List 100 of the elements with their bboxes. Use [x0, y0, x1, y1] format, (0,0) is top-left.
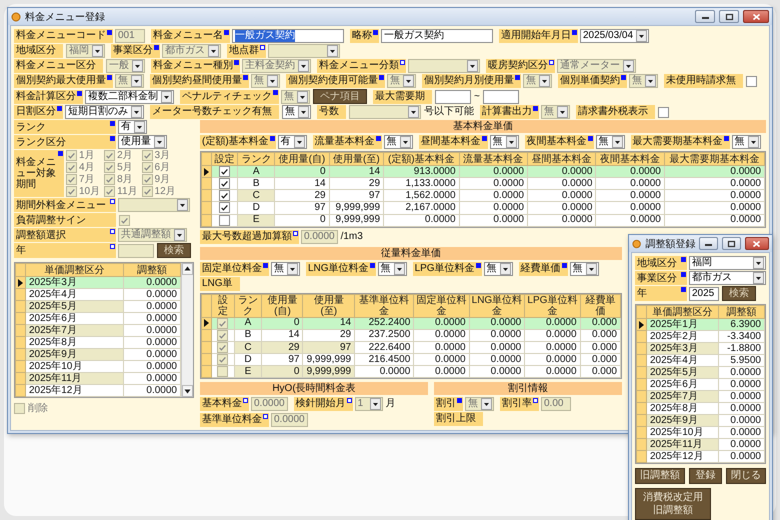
tax-revision-button[interactable]: 消費税改定用旧調整額: [635, 488, 711, 520]
column-header: LNG単位料金: [469, 294, 525, 318]
dropdown[interactable]: 有: [118, 120, 147, 134]
unit-label: 号以下可能: [424, 105, 474, 119]
row-header[interactable]: [202, 317, 212, 330]
table-cell: 0.0000: [524, 317, 580, 330]
table-cell: 0.0000: [459, 178, 528, 190]
row-header[interactable]: [636, 318, 646, 330]
checkbox[interactable]: [219, 202, 230, 214]
field-label: 最大需要期基本料金: [630, 135, 730, 149]
caret-icon: [134, 121, 145, 133]
dropdown[interactable]: 無: [490, 135, 519, 149]
old-adjustment-button[interactable]: 旧調整額: [635, 468, 685, 484]
close-button[interactable]: [743, 10, 769, 23]
scrollbar[interactable]: [181, 263, 193, 397]
column-header: 使用量(自): [262, 294, 303, 318]
table-cell: 9,999,999: [302, 354, 355, 366]
dropdown[interactable]: 無: [484, 262, 513, 276]
field-label: 個別単価契約: [558, 74, 627, 88]
column-header: 使用量(自): [274, 152, 330, 166]
maximize-button[interactable]: [719, 10, 739, 23]
row-header[interactable]: [16, 276, 26, 288]
close-button[interactable]: [744, 237, 769, 250]
table-cell: 0.0000: [414, 354, 470, 366]
register-button[interactable]: 登録: [689, 468, 722, 484]
column-header: (定額)基本料金: [384, 152, 460, 166]
text-field[interactable]: 2025: [689, 286, 719, 300]
table-cell: 14: [329, 166, 384, 178]
table-cell: 6.3900: [718, 318, 764, 330]
action-button[interactable]: 検索: [157, 243, 191, 258]
action-button[interactable]: 検索: [722, 286, 756, 301]
dropdown[interactable]: 無: [271, 262, 300, 276]
checkbox[interactable]: [219, 214, 230, 226]
field-label: ランク区分: [14, 135, 116, 149]
dropdown[interactable]: 無: [384, 135, 413, 149]
dropdown[interactable]: 無: [732, 135, 761, 149]
text-field[interactable]: 一般ガス契約: [232, 29, 344, 43]
caret-icon: [154, 136, 165, 148]
minimize-button[interactable]: [695, 10, 715, 23]
field-label: 個別契約月別使用量: [422, 74, 521, 88]
table-cell: 0.0000: [124, 312, 180, 324]
dropdown[interactable]: 2025/03/04: [580, 29, 650, 43]
table-cell: 2025年11月: [26, 372, 124, 384]
field-label: 事業区分: [635, 271, 687, 285]
field-label: 基準単位料金: [200, 413, 269, 428]
text-field[interactable]: 一般ガス契約: [381, 29, 493, 43]
table-cell: 0.0000: [596, 190, 664, 202]
field-label: 検針開始月: [294, 397, 353, 412]
column-header: 単価調整区分: [646, 306, 719, 318]
dropdown[interactable]: 無: [282, 105, 311, 119]
table-cell: 0.0000: [469, 354, 525, 366]
checkbox[interactable]: [658, 106, 669, 118]
dropdown[interactable]: 無: [378, 262, 407, 276]
dropdown[interactable]: 使用量: [118, 135, 167, 149]
caret-icon: [298, 106, 309, 118]
checkbox[interactable]: [746, 76, 757, 86]
close-button[interactable]: 閉じる: [726, 468, 766, 484]
section-header: 従量料金単価: [200, 246, 622, 260]
field-label: メーター号数チェック有無: [150, 105, 279, 119]
close-icon: [752, 12, 760, 20]
dropdown[interactable]: 短期日割のみ: [65, 105, 144, 119]
table-cell: 97: [302, 341, 355, 354]
checkbox[interactable]: [219, 190, 230, 202]
field-label: 暖房契約区分: [486, 59, 555, 73]
minimize-button[interactable]: [699, 237, 718, 250]
table-cell: 2025年6月: [646, 378, 719, 390]
caret-icon: [132, 60, 143, 72]
column-header: 調整額: [718, 306, 764, 318]
column-header: ランク: [234, 294, 262, 318]
table-cell: 913.0000: [384, 166, 460, 178]
maximize-icon: [724, 12, 734, 20]
caret-icon: [92, 45, 103, 57]
text-field[interactable]: [482, 90, 519, 104]
dropdown[interactable]: 有: [278, 135, 307, 149]
table-cell: 2025年4月: [26, 288, 124, 300]
field-label: 地域区分: [635, 256, 687, 270]
table-cell: 1,133.0000: [384, 178, 460, 190]
text-field[interactable]: [435, 90, 471, 104]
table-cell: 0.0000: [124, 360, 180, 372]
dropdown[interactable]: 無: [596, 135, 625, 149]
dropdown[interactable]: 複数二部料金制: [85, 90, 174, 104]
caret-icon: [294, 136, 305, 148]
column-header: 経費単価: [580, 294, 620, 318]
scroll-up-icon[interactable]: [182, 263, 193, 275]
column-header: 単価調整区分: [26, 264, 124, 276]
action-button[interactable]: ペナ項目: [313, 89, 367, 104]
dropdown[interactable]: 福岡: [689, 256, 766, 270]
dropdown[interactable]: 無: [570, 262, 599, 276]
maximize-button[interactable]: [722, 237, 741, 250]
row-header[interactable]: [202, 166, 212, 178]
table-cell: 0.0000: [124, 300, 180, 312]
field-label: ランク: [14, 120, 116, 134]
field-label: 年: [635, 286, 687, 301]
table-cell: 0.0000: [718, 378, 764, 390]
checkbox[interactable]: [219, 178, 230, 190]
table-cell: 29: [329, 178, 384, 190]
scroll-down-icon[interactable]: [182, 385, 193, 397]
table-cell: 0.0000: [459, 190, 528, 202]
checkbox[interactable]: [219, 166, 230, 177]
dropdown[interactable]: 都市ガス: [689, 271, 766, 285]
